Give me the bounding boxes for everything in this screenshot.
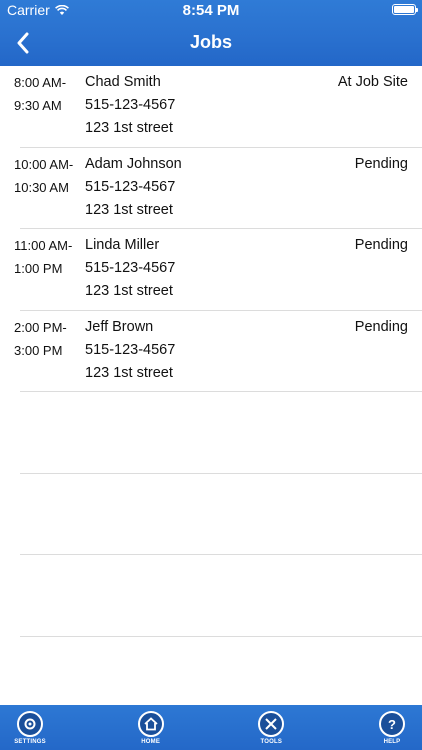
job-phone: 515-123-4567 [85, 341, 176, 358]
navigation-bar: Jobs [0, 20, 422, 66]
job-phone: 515-123-4567 [85, 97, 176, 113]
job-customer-name: Linda Miller [85, 237, 160, 253]
job-time-start: 8:00 AM- [14, 75, 67, 90]
job-customer-name: Chad Smith [85, 74, 161, 90]
job-row[interactable]: 11:00 AM- 1:00 PM Linda Miller 515-123-4… [0, 229, 422, 311]
job-phone: 515-123-4567 [85, 178, 176, 195]
job-address: 123 1st street [85, 283, 173, 299]
job-status: Pending [354, 155, 408, 172]
tab-help[interactable]: ? HELP [372, 705, 412, 750]
job-address: 123 1st street [85, 364, 173, 381]
job-time-end: 10:30 AM [14, 179, 69, 195]
empty-row [0, 555, 422, 637]
job-time-start: 10:00 AM- [14, 156, 74, 172]
settings-icon [17, 711, 43, 737]
status-bar: Carrier 8:54 PM [0, 0, 422, 20]
top-bar: Carrier 8:54 PM Jobs [0, 0, 422, 66]
job-address: 123 1st street [85, 120, 173, 136]
empty-row [0, 474, 422, 555]
job-address: 123 1st street [85, 201, 173, 218]
job-status: Pending [354, 318, 408, 335]
jobs-list: 8:00 AM- 9:30 AM Chad Smith 515-123-4567… [0, 66, 422, 637]
tab-bar: SETTINGS HOME TOOLS ? HELP [0, 705, 422, 750]
job-time-end: 1:00 PM [14, 261, 63, 276]
tab-help-label: HELP [383, 739, 401, 745]
job-time-end: 3:00 PM [14, 342, 63, 358]
tools-icon [258, 711, 285, 737]
tab-home-label: HOME [141, 739, 161, 745]
job-time-end: 9:30 AM [14, 98, 62, 113]
job-customer-name: Jeff Brown [85, 318, 154, 335]
help-icon: ? [378, 711, 405, 737]
job-customer-name: Adam Johnson [85, 155, 182, 172]
job-time-start: 11:00 AM- [14, 238, 73, 253]
tab-settings[interactable]: SETTINGS [10, 705, 50, 750]
tab-tools[interactable]: TOOLS [251, 705, 291, 750]
tab-tools-label: TOOLS [260, 739, 283, 745]
battery-icon [392, 4, 418, 15]
job-row[interactable]: 10:00 AM- 10:30 AM Adam Johnson 515-123-… [0, 148, 422, 229]
page-title: Jobs [189, 32, 232, 52]
tab-home[interactable]: HOME [131, 705, 171, 750]
job-status: At Job Site [337, 74, 408, 90]
empty-row [0, 392, 422, 474]
row-divider [20, 635, 422, 637]
job-status: Pending [354, 237, 408, 253]
job-row[interactable]: 2:00 PM- 3:00 PM Jeff Brown 515-123-4567… [0, 311, 422, 392]
job-phone: 515-123-4567 [85, 260, 176, 276]
home-icon [137, 711, 164, 737]
job-row[interactable]: 8:00 AM- 9:30 AM Chad Smith 515-123-4567… [0, 66, 422, 148]
tab-settings-label: SETTINGS [14, 739, 46, 745]
status-time: 8:54 PM [182, 2, 240, 19]
job-time-start: 2:00 PM- [14, 319, 67, 335]
